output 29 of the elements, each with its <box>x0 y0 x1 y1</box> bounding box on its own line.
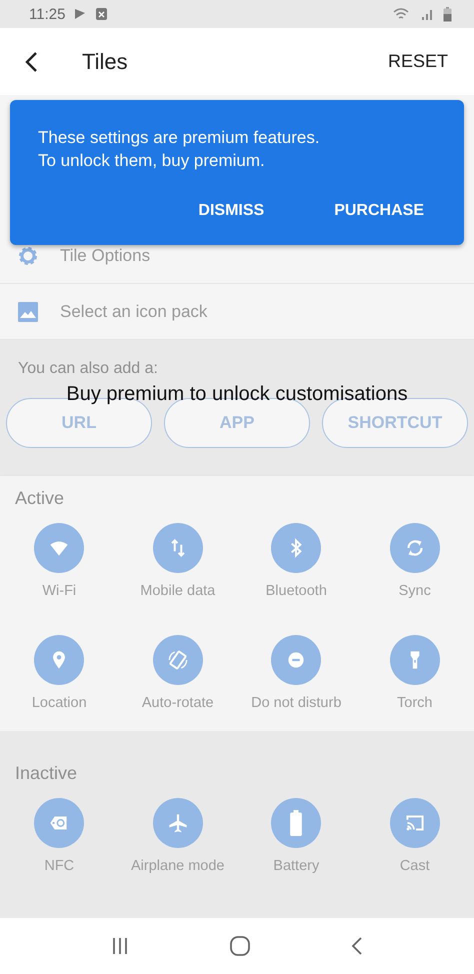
tile-label: NFC <box>44 858 74 874</box>
add-label: You can also add a: <box>18 360 159 378</box>
status-time: 11:25 <box>29 6 66 22</box>
notification-icon <box>95 7 108 21</box>
notification-icon <box>73 7 88 21</box>
reset-button[interactable]: RESET <box>388 51 448 72</box>
tile-label: Torch <box>397 695 432 711</box>
tile-label: Battery <box>273 858 320 874</box>
battery-icon <box>290 810 302 836</box>
banner-message: These settings are premium features. To unlock them, buy premium. <box>38 127 321 172</box>
tile-label: Mobile data <box>140 583 216 599</box>
image-icon <box>16 300 40 324</box>
tile-label: Wi-Fi <box>42 583 76 599</box>
section-title: Active <box>15 488 66 509</box>
home-icon[interactable] <box>229 935 251 957</box>
cell-signal-icon <box>421 7 435 21</box>
tile-label: Do not disturb <box>251 695 342 711</box>
banner-button[interactable]: PURCHASE <box>334 202 424 220</box>
section-title: Inactive <box>15 763 78 784</box>
tile-label: Bluetooth <box>266 583 327 599</box>
screen-title: Tiles <box>82 48 129 74</box>
tile-label: Airplane mode <box>131 858 224 874</box>
tile-label: Location <box>32 695 87 711</box>
tile-label: Sync <box>398 583 431 599</box>
battery-icon <box>443 6 452 22</box>
tile-label: Cast <box>400 858 430 874</box>
option-row[interactable]: Tile Options <box>0 228 474 284</box>
tile-label: Auto-rotate <box>142 695 214 711</box>
banner-button[interactable]: DISMISS <box>198 202 264 220</box>
